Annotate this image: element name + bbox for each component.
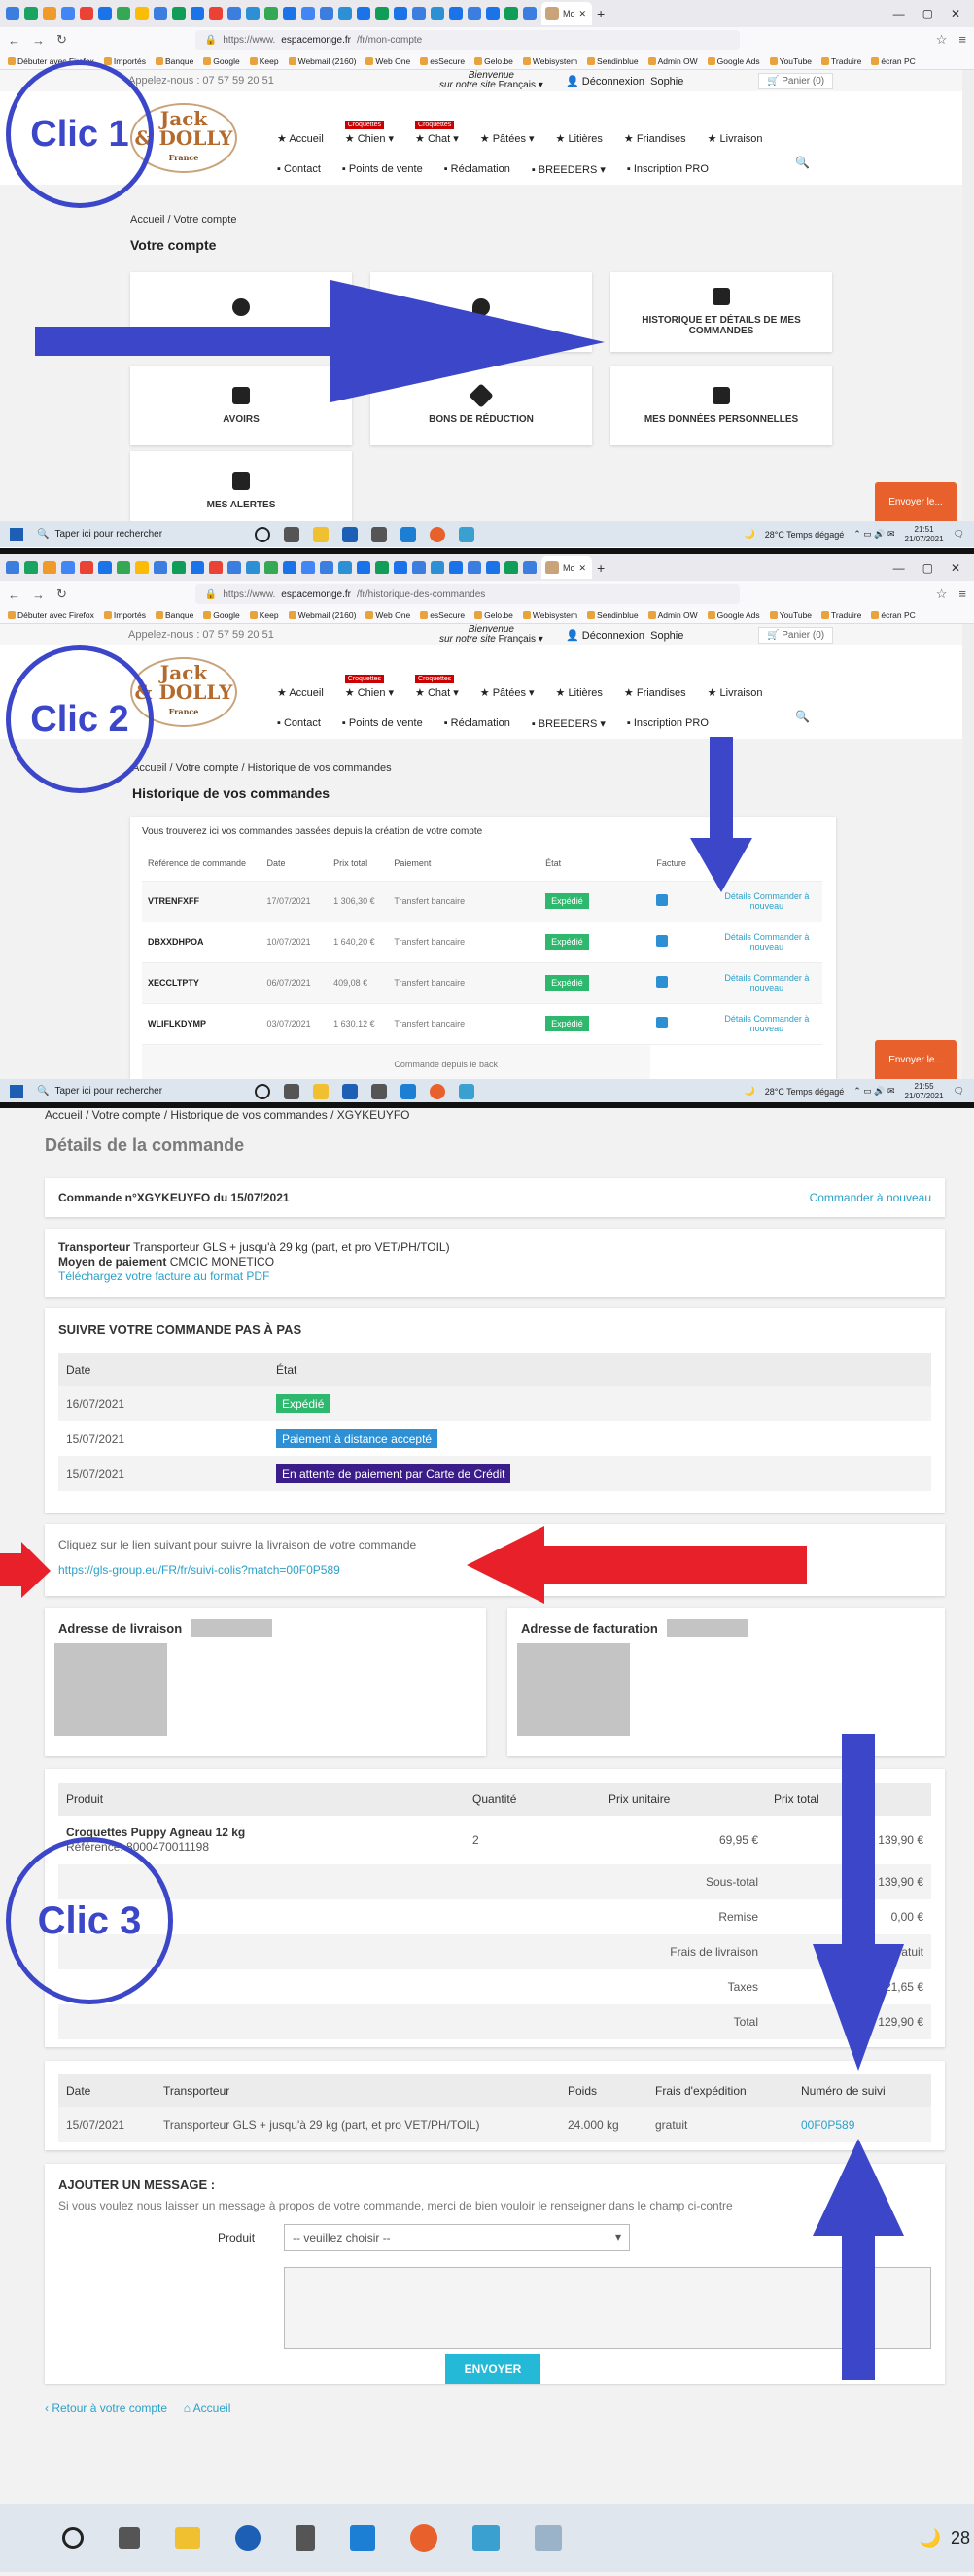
step-label: Clic 1 (6, 60, 154, 208)
arrow-right-small (0, 1542, 51, 1598)
arrow-down (813, 1734, 904, 2071)
step-label: Clic 3 (6, 1837, 173, 2004)
arrow-down (690, 737, 752, 892)
arrow-left (467, 1526, 807, 1604)
arrow-right (35, 280, 605, 402)
annotation-overlay (0, 280, 904, 2380)
arrow-up (813, 2139, 904, 2380)
step-label: Clic 2 (6, 645, 154, 793)
